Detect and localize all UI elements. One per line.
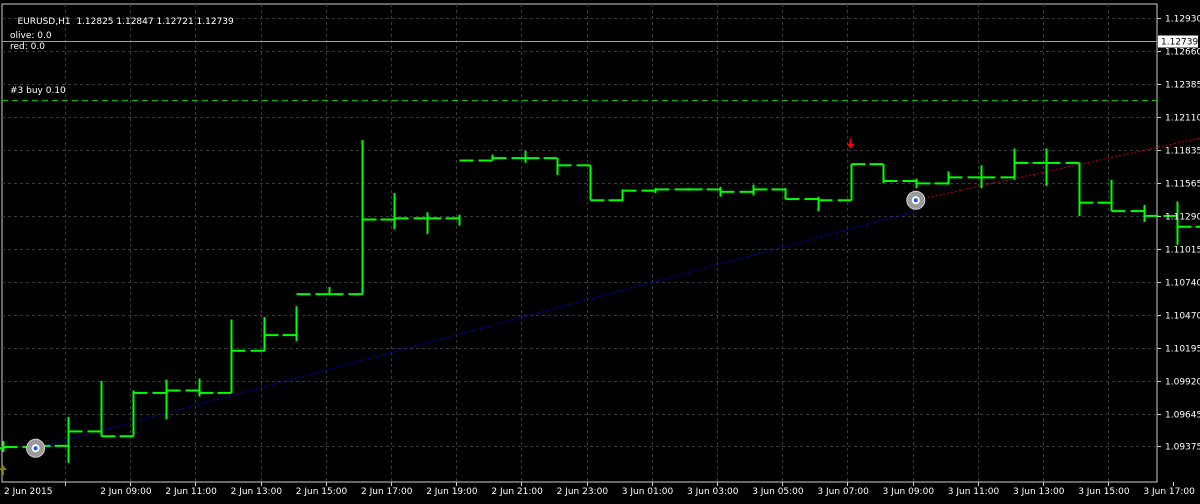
symbol-timeframe: EURUSD,H1 <box>17 17 70 27</box>
ohlc-bar <box>870 164 898 183</box>
time-tick-label: 3 Jun 05:00 <box>752 487 804 497</box>
price-tick-label: 1.11290 <box>1165 213 1200 223</box>
indicator-olive: olive: 0.0 <box>10 31 52 42</box>
time-tick-label: 2 Jun 21:00 <box>491 487 543 497</box>
price-tick-label: 1.09645 <box>1165 411 1200 421</box>
bid-price-label: 1.12739 <box>1161 38 1198 48</box>
arrow-down-icon <box>847 139 855 149</box>
ohlc-bar <box>903 179 931 189</box>
price-tick-label: 1.09375 <box>1165 443 1200 453</box>
ohlc-bar <box>1066 163 1094 216</box>
ohlc-values: 1.12825 1.12847 1.12721 1.12739 <box>76 17 233 27</box>
price-tick-label: 1.10740 <box>1165 279 1200 289</box>
ohlc-bar <box>381 193 409 229</box>
time-tick-label: 3 Jun 03:00 <box>687 487 739 497</box>
ohlc-bar <box>251 317 279 351</box>
time-tick-label: 3 Jun 09:00 <box>883 487 935 497</box>
price-tick-label: 1.12930 <box>1165 15 1200 25</box>
trade-line <box>36 211 916 448</box>
time-tick-label: 2 Jun 11:00 <box>165 487 217 497</box>
ohlc-bar <box>642 188 670 193</box>
ohlc-bar <box>577 165 605 200</box>
ohlc-bar <box>153 380 181 420</box>
price-tick-label: 1.12385 <box>1165 81 1200 91</box>
price-tick-label: 1.09920 <box>1165 378 1200 388</box>
time-tick-label: 3 Jun 17:00 <box>1143 487 1195 497</box>
time-tick-label: 3 Jun 07:00 <box>817 487 869 497</box>
price-chart[interactable]: 1.12930 1.12660 1.12385 1.12110 1.11835 1.115… <box>0 0 1200 500</box>
indicator-red: red: 0.0 <box>10 42 45 53</box>
ohlc-bar <box>838 164 866 200</box>
ohlc-bar <box>675 188 703 190</box>
ohlc-bar <box>772 188 800 199</box>
ohlc-bar <box>479 155 507 161</box>
time-tick-label: 3 Jun 11:00 <box>948 487 1000 497</box>
time-tick-label: 3 Jun 01:00 <box>622 487 674 497</box>
ohlc-bar <box>1131 205 1159 222</box>
ohlc-bar <box>805 197 833 211</box>
ohlc-bar <box>1033 148 1061 185</box>
time-tick-label: 2 Jun 2015 <box>4 487 52 497</box>
time-tick-label: 3 Jun 15:00 <box>1078 487 1130 497</box>
price-tick-label: 1.10470 <box>1165 312 1200 322</box>
ohlc-bar <box>316 287 344 294</box>
time-tick-label: 2 Jun 19:00 <box>426 487 478 497</box>
time-axis: 2 Jun 2015 2 Jun 09:00 2 Jun 11:00 2 Jun 13… <box>4 482 1200 497</box>
price-tick-label: 1.11565 <box>1165 180 1200 190</box>
price-tick-label: 1.12660 <box>1165 48 1200 58</box>
marker-dot <box>914 198 918 202</box>
ohlc-bar <box>544 158 572 175</box>
ohlc-bar <box>55 417 83 463</box>
ohlc-bar <box>740 185 768 196</box>
ohlc-bar <box>512 151 540 163</box>
ohlc-bar <box>1001 148 1029 179</box>
ohlc-bar <box>88 381 116 436</box>
ohlc-bar <box>349 140 377 294</box>
trade-marker-icon <box>907 191 925 209</box>
ohlc-bar <box>1164 201 1192 244</box>
price-tick-label: 1.11835 <box>1165 147 1200 157</box>
chart-window[interactable]: 1.12930 1.12660 1.12385 1.12110 1.11835 1.115… <box>0 0 1200 500</box>
time-tick-label: 2 Jun 15:00 <box>296 487 348 497</box>
trade-marker-icon <box>27 439 45 457</box>
ohlc-bar <box>968 165 996 188</box>
price-tick-label: 1.10195 <box>1165 345 1200 355</box>
ohlc-bar <box>1098 180 1126 211</box>
marker-dot <box>34 446 38 450</box>
time-tick-label: 2 Jun 09:00 <box>100 487 152 497</box>
time-tick-label: 2 Jun 23:00 <box>557 487 609 497</box>
trade-lines <box>36 100 1200 448</box>
ohlc-bar <box>707 187 735 197</box>
ohlc-bar <box>218 319 246 392</box>
price-tick-label: 1.11015 <box>1165 246 1200 256</box>
arrow-up-icon <box>0 465 7 475</box>
ohlc-bars <box>0 27 1200 463</box>
ohlc-bar <box>0 441 18 452</box>
ohlc-bar <box>414 212 442 234</box>
price-tick-label: 1.12110 <box>1165 114 1200 124</box>
ohlc-bar <box>935 171 963 184</box>
time-tick-label: 2 Jun 13:00 <box>231 487 283 497</box>
order-line-label: #3 buy 0.10 <box>10 86 66 97</box>
ohlc-bar <box>283 294 311 341</box>
ohlc-bar <box>609 189 637 201</box>
trade-markers <box>0 91 1200 475</box>
time-tick-label: 2 Jun 17:00 <box>361 487 413 497</box>
time-tick-label: 3 Jun 13:00 <box>1013 487 1065 497</box>
ohlc-bar <box>446 161 474 226</box>
ohlc-bar <box>120 390 148 436</box>
